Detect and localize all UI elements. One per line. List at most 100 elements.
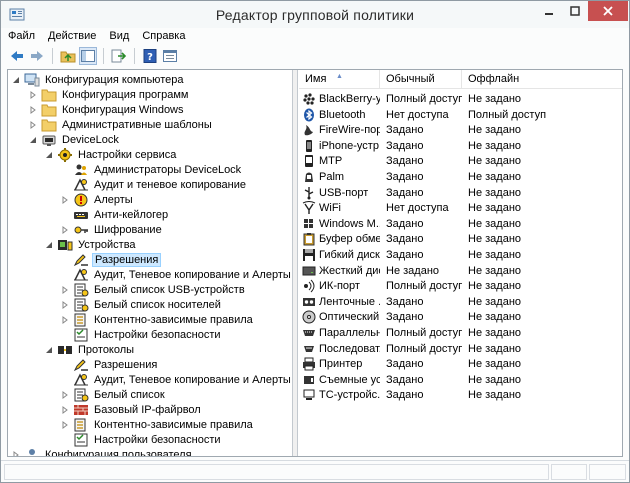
- cell-normal: Полный доступ: [386, 342, 462, 355]
- list-item[interactable]: TC-устройс... Задано Не задано: [299, 387, 622, 403]
- tree-item[interactable]: Настройки сервиса: [44, 147, 178, 162]
- tree-item[interactable]: Базовый IP-файрвол: [60, 402, 203, 417]
- export-button[interactable]: [110, 47, 128, 65]
- list-item[interactable]: Жесткий диск Не задано Не задано: [299, 263, 622, 279]
- menu-item-3[interactable]: Справка: [135, 28, 191, 44]
- back-button[interactable]: [8, 47, 26, 65]
- list-item[interactable]: ИК-порт Полный доступ Не задано: [299, 278, 622, 294]
- details-list[interactable]: ▲ Имя Обычный Оффлайн BlackBerry-у... Пол…: [299, 70, 622, 456]
- collapsed-chevron-icon[interactable]: [60, 405, 70, 415]
- expanded-chevron-icon[interactable]: [44, 150, 54, 160]
- collapsed-chevron-icon[interactable]: [60, 285, 70, 295]
- collapsed-chevron-icon[interactable]: [60, 300, 70, 310]
- minimize-button[interactable]: [536, 1, 562, 21]
- properties-button[interactable]: [161, 47, 179, 65]
- forward-button[interactable]: [28, 47, 46, 65]
- tree-item[interactable]: Администраторы DeviceLock: [60, 162, 243, 177]
- tree-item[interactable]: Белый список: [60, 387, 167, 402]
- column-header-name[interactable]: ▲ Имя: [299, 70, 380, 89]
- list-item[interactable]: Palm Задано Не задано: [299, 169, 622, 185]
- collapsed-chevron-icon[interactable]: [11, 450, 21, 456]
- tree-item[interactable]: Анти-кейлогер: [60, 207, 170, 222]
- list-item[interactable]: Windows M... Задано Не задано: [299, 216, 622, 232]
- list-item[interactable]: WiFi Нет доступа Не задано: [299, 200, 622, 216]
- cell-name: TC-устройс...: [299, 388, 380, 402]
- expanded-chevron-icon[interactable]: [44, 240, 54, 250]
- list-item[interactable]: USB-порт Задано Не задано: [299, 185, 622, 201]
- devices-icon: [57, 238, 73, 252]
- maximize-button[interactable]: [562, 1, 588, 21]
- expanded-chevron-icon[interactable]: [44, 345, 54, 355]
- title-bar[interactable]: Редактор групповой политики: [1, 1, 629, 28]
- rules-icon: [73, 313, 89, 327]
- cell-name: iPhone-устр...: [299, 139, 380, 153]
- expanded-chevron-icon[interactable]: [28, 135, 38, 145]
- list-item[interactable]: iPhone-устр... Задано Не задано: [299, 138, 622, 154]
- tree-item[interactable]: Аудит и теневое копирование: [60, 177, 248, 192]
- tree-item-label: Алерты: [94, 193, 133, 206]
- tree-item[interactable]: Аудит, Теневое копирование и Алерты: [60, 267, 292, 282]
- tree-item[interactable]: Конфигурация компьютера: [11, 72, 185, 87]
- list-item[interactable]: Принтер Задано Не задано: [299, 356, 622, 372]
- tree-item[interactable]: Конфигурация Windows: [28, 102, 186, 117]
- tree-item[interactable]: DeviceLock: [28, 132, 121, 147]
- floppy-icon: [302, 248, 316, 262]
- cell-normal: Задано: [386, 311, 424, 324]
- collapsed-chevron-icon[interactable]: [28, 120, 38, 130]
- list-item[interactable]: Гибкий диск Задано Не задано: [299, 247, 622, 263]
- collapsed-chevron-icon[interactable]: [60, 225, 70, 235]
- expanded-chevron-icon[interactable]: [11, 75, 21, 85]
- column-header-normal[interactable]: Обычный: [380, 70, 462, 89]
- tree-item[interactable]: Конфигурация пользователя: [11, 447, 194, 456]
- tree-item[interactable]: Настройки безопасности: [60, 432, 223, 447]
- folder-icon: [41, 88, 57, 102]
- pane-splitter[interactable]: [293, 70, 298, 456]
- list-item[interactable]: FireWire-порт Задано Не задано: [299, 122, 622, 138]
- up-level-button[interactable]: [59, 47, 77, 65]
- collapsed-chevron-icon[interactable]: [60, 315, 70, 325]
- column-header-offline[interactable]: Оффлайн: [462, 70, 622, 89]
- list-item[interactable]: Последоват... Полный доступ Не задано: [299, 341, 622, 357]
- tree-item[interactable]: Разрешения: [60, 357, 159, 372]
- tree-item[interactable]: Белый список USB-устройств: [60, 282, 247, 297]
- tree-item[interactable]: Шифрование: [60, 222, 164, 237]
- collapsed-chevron-icon[interactable]: [60, 420, 70, 430]
- cell-name: Оптический...: [299, 310, 380, 324]
- list-item[interactable]: Буфер обме... Задано Не задано: [299, 231, 622, 247]
- cell-name: Жесткий диск: [299, 264, 380, 278]
- help-button[interactable]: ?: [141, 47, 159, 65]
- close-button[interactable]: [588, 1, 628, 21]
- tree-item[interactable]: Алерты: [60, 192, 135, 207]
- tree-item-label: Контентно-зависимые правила: [94, 418, 253, 431]
- list-item[interactable]: BlackBerry-у... Полный доступ Не задано: [299, 91, 622, 107]
- tree-item[interactable]: Настройки безопасности: [60, 327, 223, 342]
- cell-normal: Задано: [386, 373, 424, 386]
- tree-item[interactable]: Конфигурация программ: [28, 87, 190, 102]
- tree-item[interactable]: Белый список носителей: [60, 297, 223, 312]
- list-item[interactable]: Оптический... Задано Не задано: [299, 309, 622, 325]
- menu-item-1[interactable]: Действие: [41, 28, 102, 44]
- collapsed-chevron-icon[interactable]: [28, 90, 38, 100]
- show-hide-tree-button[interactable]: [79, 47, 97, 65]
- list-item[interactable]: Ленточные ... Задано Не задано: [299, 294, 622, 310]
- cell-normal: Задано: [386, 155, 424, 168]
- list-item[interactable]: Съемные ус... Задано Не задано: [299, 372, 622, 388]
- toolbar-separator: [134, 48, 135, 64]
- tree-item[interactable]: Контентно-зависимые правила: [60, 417, 255, 432]
- console-tree[interactable]: Конфигурация компьютера Конфигурация прог…: [8, 70, 293, 456]
- list-item[interactable]: Bluetooth Нет доступа Полный доступ: [299, 107, 622, 123]
- tree-item[interactable]: Протоколы: [44, 342, 136, 357]
- menu-item-0[interactable]: Файл: [1, 28, 41, 44]
- list-item[interactable]: Параллельн... Полный доступ Не задано: [299, 325, 622, 341]
- tree-item[interactable]: Устройства: [44, 237, 138, 252]
- close-icon: [603, 6, 613, 16]
- tree-item[interactable]: Аудит, Теневое копирование и Алерты: [60, 372, 292, 387]
- tree-item[interactable]: Разрешения: [60, 252, 162, 267]
- collapsed-chevron-icon[interactable]: [28, 105, 38, 115]
- list-item[interactable]: MTP Задано Не задано: [299, 153, 622, 169]
- collapsed-chevron-icon[interactable]: [60, 390, 70, 400]
- menu-item-2[interactable]: Вид: [102, 28, 135, 44]
- collapsed-chevron-icon[interactable]: [60, 195, 70, 205]
- tree-item[interactable]: Административные шаблоны: [28, 117, 214, 132]
- tree-item[interactable]: Контентно-зависимые правила: [60, 312, 255, 327]
